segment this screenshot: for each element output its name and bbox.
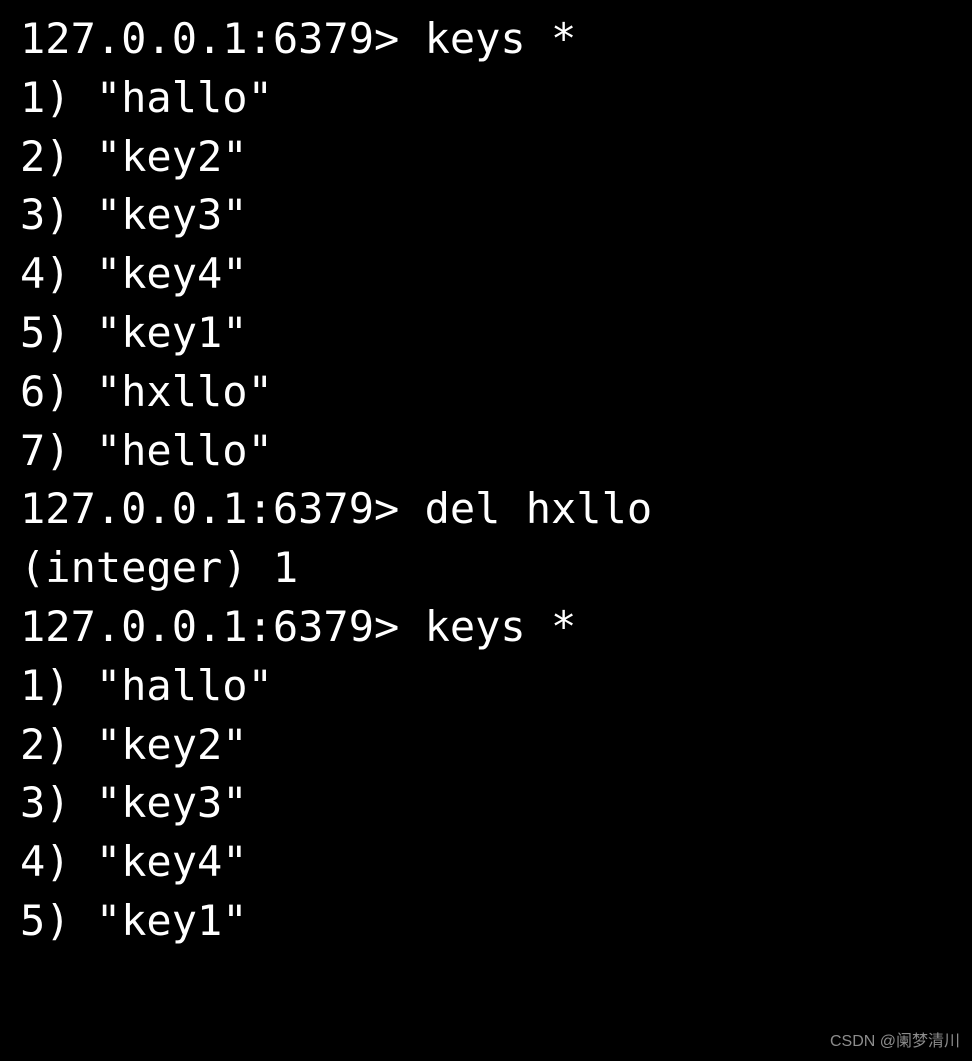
prompt: 127.0.0.1:6379> [20, 484, 425, 533]
prompt: 127.0.0.1:6379> [20, 602, 425, 651]
output-line: 3) "key3" [20, 186, 952, 245]
output-line: 1) "hallo" [20, 69, 952, 128]
watermark: CSDN @阑梦清川 [830, 1031, 960, 1053]
command-line[interactable]: 127.0.0.1:6379> keys * [20, 598, 952, 657]
command-text: keys * [425, 14, 577, 63]
output-line: 2) "key2" [20, 716, 952, 775]
command-line[interactable]: 127.0.0.1:6379> keys * [20, 10, 952, 69]
output-line: 7) "hello" [20, 422, 952, 481]
command-line[interactable]: 127.0.0.1:6379> del hxllo [20, 480, 952, 539]
output-line: 6) "hxllo" [20, 363, 952, 422]
output-line: 4) "key4" [20, 245, 952, 304]
command-text: del hxllo [425, 484, 653, 533]
output-line: 2) "key2" [20, 128, 952, 187]
output-line: 4) "key4" [20, 833, 952, 892]
prompt: 127.0.0.1:6379> [20, 14, 425, 63]
output-line: 5) "key1" [20, 892, 952, 951]
command-text: keys * [425, 602, 577, 651]
terminal-output: 127.0.0.1:6379> keys * 1) "hallo" 2) "ke… [20, 10, 952, 951]
output-line: 5) "key1" [20, 304, 952, 363]
output-line: (integer) 1 [20, 539, 952, 598]
output-line: 3) "key3" [20, 774, 952, 833]
output-line: 1) "hallo" [20, 657, 952, 716]
